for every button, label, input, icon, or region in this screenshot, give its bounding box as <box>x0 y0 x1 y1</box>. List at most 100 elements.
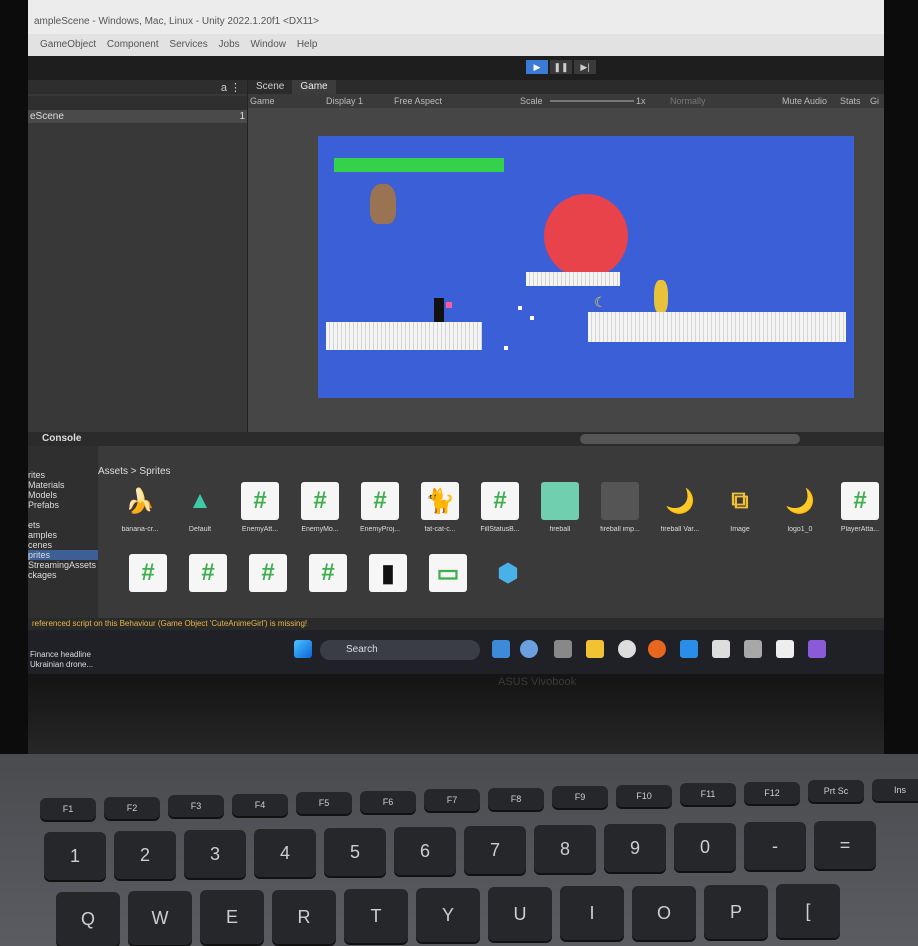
asset-item[interactable]: ⬢ <box>478 554 538 592</box>
asset-item[interactable]: # EnemyAtt... <box>230 482 290 533</box>
folder-item[interactable]: ets <box>28 520 98 530</box>
news-widget[interactable]: Finance headline Ukrainian drone... <box>30 650 93 670</box>
function-key[interactable]: Prt Sc <box>808 780 864 802</box>
function-key[interactable]: F9 <box>552 786 608 808</box>
asset-item[interactable]: ▭ <box>418 554 478 592</box>
asset-item[interactable]: # FillStatusB... <box>470 482 530 533</box>
function-key[interactable]: F7 <box>424 789 480 811</box>
console-status-message[interactable]: referenced script on this Behaviour (Gam… <box>28 618 884 630</box>
letter-key[interactable]: E <box>200 890 264 945</box>
hierarchy-search[interactable] <box>28 96 247 110</box>
play-mode-dropdown[interactable]: Normally <box>670 96 706 106</box>
number-key[interactable]: 8 <box>534 825 596 873</box>
number-key[interactable]: 1 <box>44 832 106 880</box>
asset-item[interactable]: # <box>238 554 298 592</box>
folder-item[interactable]: StreamingAssets <box>28 560 98 570</box>
number-key[interactable]: 5 <box>324 828 386 876</box>
asset-item[interactable]: # PlayerAtta... <box>830 482 890 533</box>
folder-item[interactable]: ckages <box>28 570 98 580</box>
number-key[interactable]: 7 <box>464 826 526 874</box>
asset-item[interactable]: ▮ <box>358 554 418 592</box>
window-icon[interactable] <box>776 640 794 658</box>
number-key[interactable]: 9 <box>604 824 666 872</box>
asset-item[interactable]: # EnemyMo... <box>290 482 350 533</box>
asset-item[interactable]: # <box>178 554 238 592</box>
file-explorer-icon[interactable] <box>586 640 604 658</box>
mute-audio-toggle[interactable]: Mute Audio <box>782 96 827 106</box>
folder-item[interactable]: cenes <box>28 540 98 550</box>
asset-item[interactable]: # <box>298 554 358 592</box>
asset-item[interactable]: 🌙 logo1_0 <box>770 482 830 534</box>
view-dropdown[interactable]: Game <box>250 96 275 106</box>
number-key[interactable]: - <box>744 822 806 870</box>
display-dropdown[interactable]: Display 1 <box>326 96 363 106</box>
function-key[interactable]: F1 <box>40 798 96 820</box>
number-key[interactable]: 2 <box>114 831 176 879</box>
windows-start-icon[interactable] <box>294 640 312 658</box>
taskbar-search[interactable]: Search <box>320 640 480 660</box>
letter-key[interactable]: [ <box>776 884 840 938</box>
letter-key[interactable]: W <box>128 891 192 946</box>
menu-jobs[interactable]: Jobs <box>219 39 240 50</box>
letter-key[interactable]: R <box>272 889 336 944</box>
pause-icon[interactable]: ❚❚ <box>550 60 572 74</box>
function-key[interactable]: F2 <box>104 796 160 819</box>
terminal-icon[interactable] <box>712 640 730 658</box>
scale-slider[interactable] <box>550 100 634 102</box>
tab-game[interactable]: Game <box>292 80 336 94</box>
letter-key[interactable]: O <box>632 885 696 940</box>
folder-item[interactable]: Models <box>28 490 98 500</box>
menu-services[interactable]: Services <box>169 39 207 50</box>
game-canvas[interactable]: ☾ <box>318 136 854 398</box>
stats-toggle[interactable]: Stats <box>840 96 861 106</box>
visual-studio-icon[interactable] <box>808 640 826 658</box>
menu-help[interactable]: Help <box>297 39 318 50</box>
letter-key[interactable]: T <box>344 888 408 943</box>
function-key[interactable]: F8 <box>488 787 544 810</box>
asset-item[interactable]: 🌙 fireball Var... <box>650 482 710 534</box>
function-key[interactable]: Ins <box>872 778 918 801</box>
asset-item[interactable]: ⧉ Image <box>710 482 770 533</box>
folder-item[interactable]: Prefabs <box>28 500 98 510</box>
gizmos-dropdown[interactable]: Gi <box>870 96 879 106</box>
app-icon[interactable] <box>618 640 636 658</box>
step-icon[interactable]: ▶| <box>574 60 596 74</box>
menu-component[interactable]: Component <box>107 39 159 50</box>
menu-window[interactable]: Window <box>250 39 286 50</box>
asset-item[interactable]: # EnemyProj... <box>350 482 410 533</box>
breadcrumb[interactable]: Assets > Sprites <box>98 466 171 477</box>
asset-item[interactable]: # <box>118 554 178 592</box>
unity-icon[interactable] <box>554 640 572 658</box>
firefox-icon[interactable] <box>648 640 666 658</box>
asset-item[interactable]: fireball imp... <box>590 482 650 533</box>
vscode-icon[interactable] <box>680 640 698 658</box>
number-key[interactable]: 6 <box>394 827 456 875</box>
folder-item[interactable]: Materials <box>28 480 98 490</box>
folder-item-selected[interactable]: prites <box>28 550 98 560</box>
function-key[interactable]: F5 <box>296 792 352 814</box>
hierarchy-scene-row[interactable]: eScene 1 <box>28 110 247 123</box>
asset-item[interactable]: fireball <box>530 482 590 533</box>
function-key[interactable]: F4 <box>232 793 288 816</box>
photos-icon[interactable] <box>744 640 762 658</box>
number-key[interactable]: 0 <box>674 823 736 871</box>
letter-key[interactable]: U <box>488 887 552 942</box>
aspect-dropdown[interactable]: Free Aspect <box>394 96 442 106</box>
settings-icon[interactable] <box>520 640 538 658</box>
asset-item[interactable]: ▲ Default <box>170 482 230 533</box>
number-key[interactable]: 4 <box>254 829 316 877</box>
asset-item[interactable]: 🐈 fat-cat-c... <box>410 482 470 533</box>
function-key[interactable]: F12 <box>744 781 800 804</box>
asset-item[interactable]: 🍌 banana-cr... <box>110 482 170 534</box>
letter-key[interactable]: Y <box>416 888 480 942</box>
function-key[interactable]: F6 <box>360 790 416 813</box>
folder-item[interactable]: rites <box>28 470 98 480</box>
play-icon[interactable]: ▶ <box>526 60 548 74</box>
letter-key[interactable]: Q <box>56 892 120 946</box>
number-key[interactable]: 3 <box>184 830 246 878</box>
task-view-icon[interactable] <box>492 640 510 658</box>
menu-gameobject[interactable]: GameObject <box>40 39 96 50</box>
number-key[interactable]: = <box>814 821 876 869</box>
function-key[interactable]: F11 <box>680 783 736 805</box>
letter-key[interactable]: I <box>560 886 624 941</box>
